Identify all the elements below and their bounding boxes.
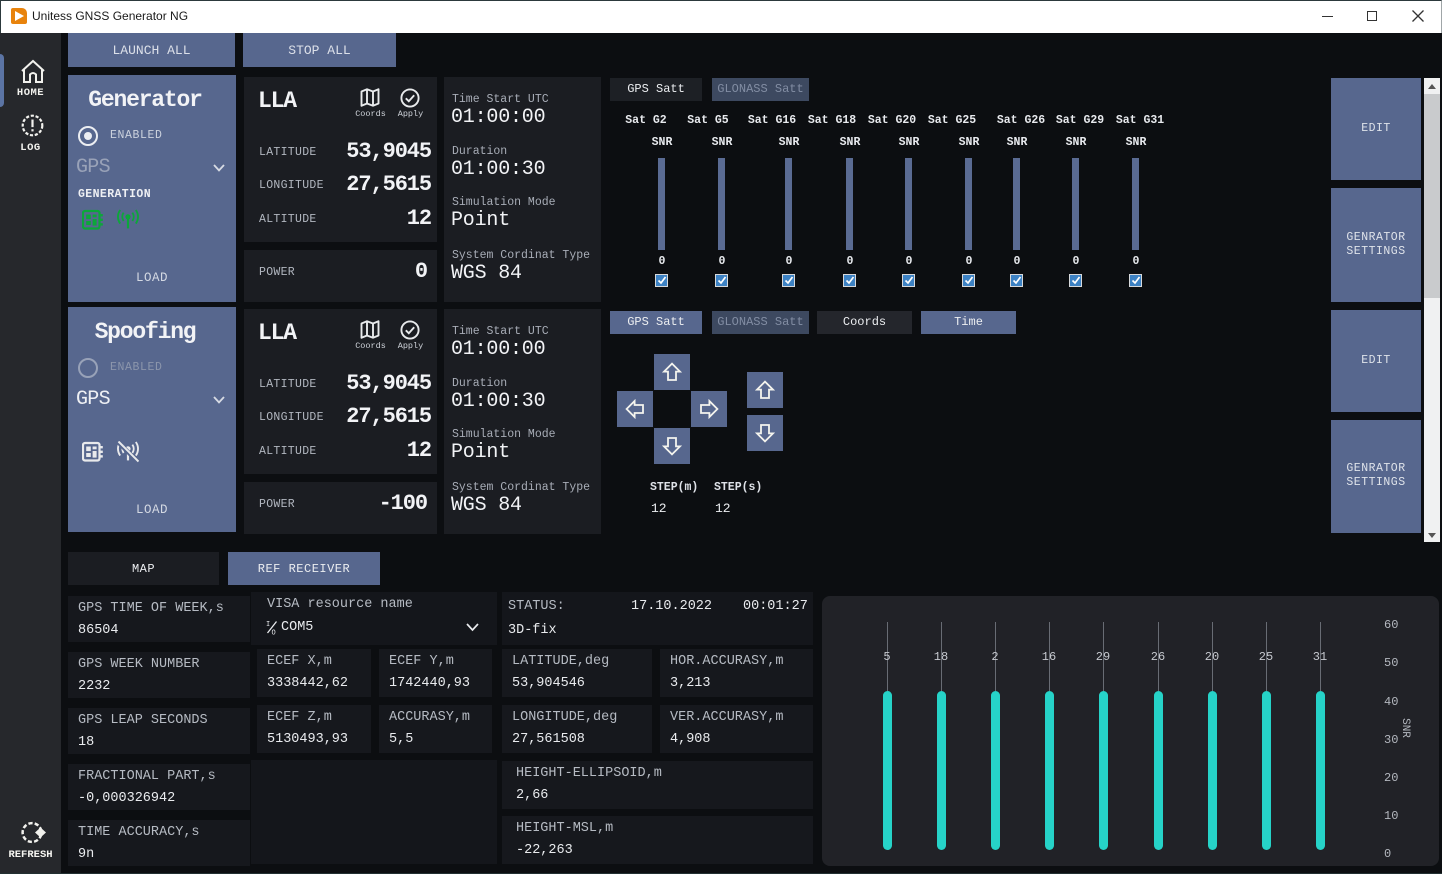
svg-text:O: O	[272, 630, 276, 636]
svg-text:I: I	[266, 621, 270, 629]
